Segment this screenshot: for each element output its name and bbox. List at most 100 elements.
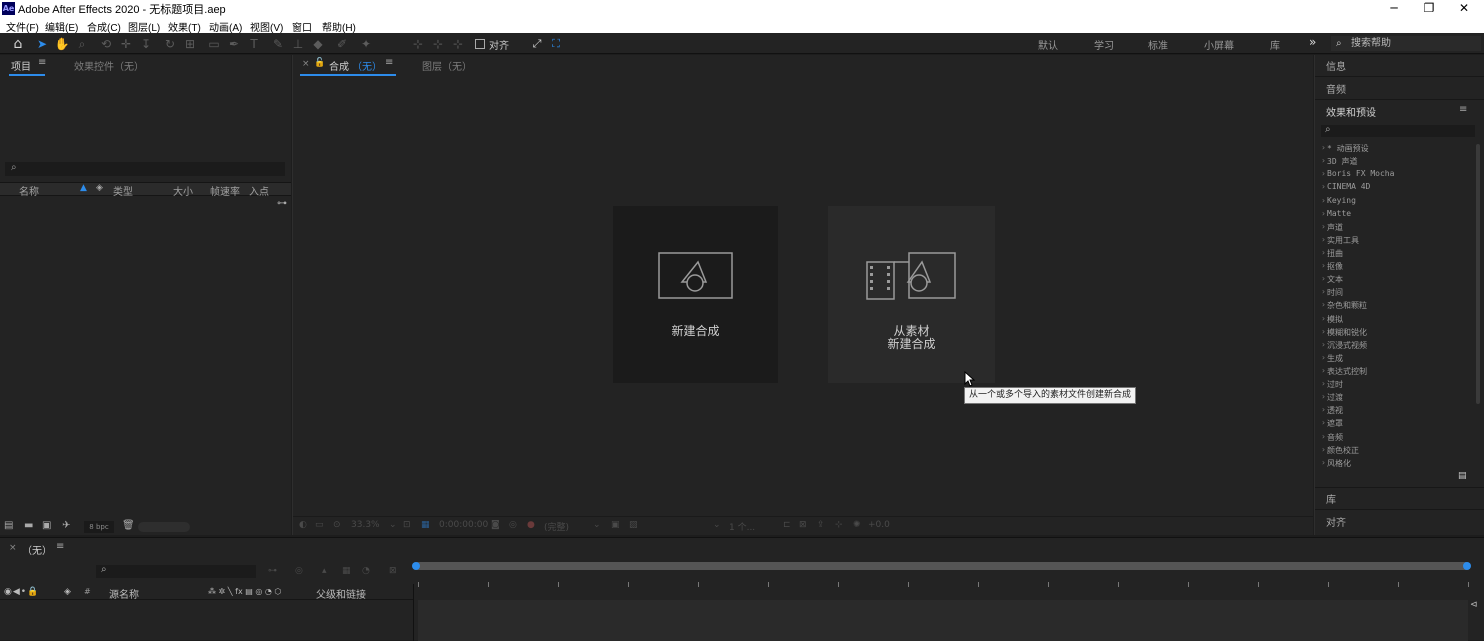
trash-icon[interactable]: 🗑 [122, 520, 135, 531]
effects-category-item[interactable]: 透视 [1321, 405, 1343, 416]
hand-tool-icon[interactable]: ✋ [54, 36, 70, 52]
new-comp-from-footage-card[interactable]: 从素材 新建合成 [828, 206, 995, 383]
view-axis-icon[interactable]: ⊹ [450, 36, 466, 52]
effects-category-item[interactable]: 文本 [1321, 274, 1343, 285]
workspace-default[interactable]: 默认 [1038, 37, 1058, 52]
composition-flowchart-icon[interactable]: ⊶ [268, 566, 277, 576]
puppet-tool-icon[interactable]: ✦ [358, 36, 374, 52]
menu-edit[interactable]: 编辑(E) [45, 19, 78, 34]
tab-timeline[interactable]: （无） [22, 542, 52, 557]
tab-effect-controls[interactable]: 效果控件（无） [74, 58, 144, 73]
timeline-search-input[interactable]: ⌕ [96, 564, 256, 578]
panel-menu-icon[interactable]: ≡ [1459, 104, 1467, 115]
draft-3d-icon[interactable]: ◎ [295, 566, 303, 576]
effects-category-item[interactable]: 模糊和锐化 [1321, 327, 1367, 338]
menu-animation[interactable]: 动画(A) [209, 19, 242, 34]
effects-category-item[interactable]: Matte [1321, 209, 1351, 218]
workspace-learn[interactable]: 学习 [1094, 37, 1114, 52]
roto-brush-tool-icon[interactable]: ✐ [334, 36, 350, 52]
panel-menu-icon[interactable]: ≡ [385, 57, 393, 68]
grid-toggle-icon[interactable]: ▦ [421, 520, 430, 530]
transparency-grid-icon[interactable]: ▨ [629, 520, 638, 530]
pan-camera-icon[interactable]: ✛ [118, 36, 134, 52]
column-in-point[interactable]: 入点 [249, 183, 269, 198]
effects-category-item[interactable]: 杂色和颗粒 [1321, 300, 1367, 311]
region-of-interest-icon[interactable]: ▣ [611, 520, 620, 530]
parent-link-column[interactable]: 父级和链接 [316, 586, 366, 601]
zoom-dropdown[interactable]: 33.3% [351, 520, 380, 530]
effects-category-item[interactable]: Keying [1321, 196, 1356, 205]
orbit-camera-icon[interactable]: ⟲ [98, 36, 114, 52]
interpret-footage-icon[interactable]: ▤ [4, 520, 13, 531]
shy-layers-icon[interactable]: ▴ [322, 566, 327, 576]
effects-category-item[interactable]: 过渡 [1321, 392, 1343, 403]
share-view-icon[interactable]: ⇪ [817, 520, 825, 530]
exposure-reset-icon[interactable]: ✺ [853, 520, 861, 530]
new-composition-card[interactable]: 新建合成 [613, 206, 778, 383]
snap-target-icon[interactable]: ⛶ [548, 36, 564, 52]
workspace-libraries[interactable]: 库 [1270, 37, 1280, 52]
effects-category-item[interactable]: 实用工具 [1321, 235, 1359, 246]
workspace-standard[interactable]: 标准 [1148, 37, 1168, 52]
eraser-tool-icon[interactable]: ◆ [310, 36, 326, 52]
comment-icon[interactable]: ⊲ [1470, 600, 1478, 610]
fit-icon[interactable]: ⊡ [403, 520, 411, 530]
column-type[interactable]: 类型 [113, 183, 133, 198]
column-frame-rate[interactable]: 帧速率 [210, 183, 240, 198]
menu-effect[interactable]: 效果(T) [168, 19, 201, 34]
effects-category-item[interactable]: 扭曲 [1321, 248, 1343, 259]
snapshot-camera-icon[interactable]: ◙ [491, 520, 500, 530]
effects-category-item[interactable]: Boris FX Mocha [1321, 169, 1394, 178]
panel-menu-icon[interactable]: ≡ [56, 541, 64, 552]
close-tab-icon[interactable]: × [9, 543, 17, 553]
tab-layer[interactable]: 图层（无） [422, 58, 472, 73]
pan-behind-tool-icon[interactable]: ⊞ [182, 36, 198, 52]
effects-category-item[interactable]: 风格化 [1321, 458, 1351, 469]
timecode-display[interactable]: 0:00:00:00 [439, 520, 488, 530]
minimize-button[interactable]: ─ [1376, 0, 1412, 17]
effects-category-item[interactable]: 沉浸式视频 [1321, 340, 1367, 351]
column-size[interactable]: 大小 [173, 183, 193, 198]
layer-number-column[interactable]: # [84, 587, 91, 596]
workspace-small-screen[interactable]: 小屏幕 [1204, 37, 1234, 52]
new-composition-icon[interactable]: ▣ [42, 520, 51, 531]
timeline-icon[interactable]: ⊹ [835, 520, 843, 530]
effects-category-item[interactable]: 表达式控制 [1321, 366, 1367, 377]
work-area-end-handle[interactable] [1463, 562, 1471, 570]
effects-category-item[interactable]: * 动画预设 [1321, 143, 1369, 154]
effects-scrollbar[interactable] [1476, 144, 1480, 404]
layer-switches-icon[interactable]: ⁂ ✲ ╲ fx ▤ ◎ ◔ ⬡ [208, 587, 281, 596]
selection-tool-icon[interactable]: ➤ [34, 36, 50, 52]
effects-category-item[interactable]: 时间 [1321, 287, 1343, 298]
bpc-button[interactable]: 8 bpc [84, 521, 114, 533]
menu-composition[interactable]: 合成(C) [87, 19, 121, 34]
effects-category-item[interactable]: 模拟 [1321, 314, 1343, 325]
dolly-camera-icon[interactable]: ↧ [138, 36, 154, 52]
menu-layer[interactable]: 图层(L) [128, 19, 160, 34]
panel-menu-icon[interactable]: ≡ [38, 57, 46, 68]
menu-view[interactable]: 视图(V) [250, 19, 283, 34]
maximize-button[interactable]: ❐ [1411, 0, 1447, 17]
more-workspaces-button[interactable]: » [1309, 35, 1316, 49]
brush-tool-icon[interactable]: ✎ [270, 36, 286, 52]
thumbnail-slider[interactable] [138, 522, 190, 532]
lock-icon[interactable]: 🔓 [314, 58, 325, 68]
local-axis-icon[interactable]: ⊹ [410, 36, 426, 52]
tab-project[interactable]: 项目 [11, 58, 31, 73]
effects-category-item[interactable]: 生成 [1321, 353, 1343, 364]
frame-blending-icon[interactable]: ▦ [342, 566, 351, 576]
type-tool-icon[interactable]: T [246, 36, 262, 52]
label-tag-icon[interactable]: ◈ [64, 587, 71, 597]
library-panel-header[interactable]: 库 [1326, 491, 1336, 506]
channel-icon[interactable]: ● [527, 520, 535, 530]
resolution-dropdown[interactable]: (完整) [544, 520, 569, 533]
time-ruler[interactable] [416, 582, 1472, 594]
av-features-icon[interactable]: ◉◀•🔒 [4, 587, 39, 597]
project-search-input[interactable]: ⌕ [5, 162, 285, 176]
monitor-icon[interactable]: ▭ [315, 520, 324, 530]
work-area-bar[interactable] [414, 562, 1470, 570]
toggle-mask-icon[interactable]: ⊠ [799, 520, 807, 530]
effects-category-item[interactable]: 抠像 [1321, 261, 1343, 272]
effects-category-item[interactable]: 声道 [1321, 222, 1343, 233]
effects-presets-header[interactable]: 效果和预设 [1326, 104, 1376, 119]
